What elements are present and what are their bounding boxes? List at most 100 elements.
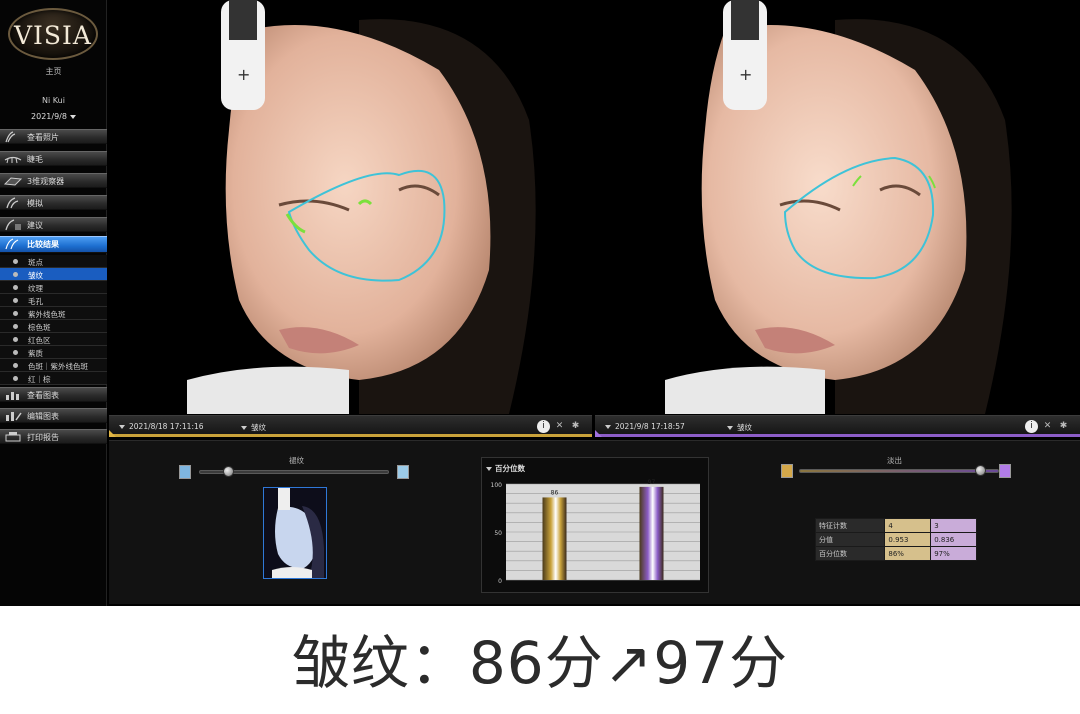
- sub-item-porphyrins[interactable]: 紫质: [0, 346, 107, 359]
- stat-key: 百分位数: [814, 546, 886, 561]
- right-date-label: 2021/9/8 17:18:57: [615, 422, 685, 431]
- sub-item-label: 棕色斑: [28, 323, 51, 332]
- nav-label: 建议: [27, 221, 43, 230]
- nav-3d-viewer[interactable]: 3维观察器: [0, 173, 107, 188]
- face-thumb-icon: [179, 465, 191, 479]
- stat-value-after: 0.836: [930, 532, 977, 547]
- bar: [639, 486, 664, 580]
- sub-item-label: 红｜棕: [28, 375, 51, 384]
- right-date-dropdown[interactable]: 2021/9/8 17:18:57: [605, 422, 685, 431]
- right-metric-label: 皱纹: [737, 423, 752, 432]
- analysis-panel: 褪纹 百分位数 0 50 100 86 97 淡出 特征计数 4 3 分值 0.953 0.83…: [109, 440, 1080, 604]
- 3d-viewer-icon: [3, 177, 23, 186]
- y-tick-label: 0: [498, 578, 502, 585]
- sub-item-red-brown[interactable]: 红｜棕: [0, 372, 107, 385]
- chart-title: 百分位数: [495, 464, 525, 473]
- left-slider-knob[interactable]: [223, 466, 234, 477]
- bullet-icon: [13, 363, 18, 368]
- session-date-label: 2021/9/8: [31, 112, 67, 121]
- suggestion-icon: [5, 219, 21, 231]
- corner-marker-icon: [109, 430, 116, 437]
- thumbnail-face-image: [264, 488, 326, 578]
- table-row: 特征计数 4 3: [814, 518, 977, 533]
- bullet-icon: [13, 350, 18, 355]
- sub-item-wrinkles[interactable]: 皱纹: [0, 268, 107, 281]
- left-date-dropdown[interactable]: 2021/8/18 17:11:16: [119, 422, 204, 431]
- eyelash-icon: [4, 156, 22, 164]
- svg-text:+: +: [739, 65, 752, 84]
- chart-title-dropdown[interactable]: 百分位数: [486, 463, 525, 474]
- nav-eyelashes[interactable]: 睫毛: [0, 151, 107, 166]
- bullet-icon: [13, 259, 18, 264]
- nav-label: 编辑图表: [27, 412, 59, 421]
- nav-edit-charts[interactable]: 编辑图表: [0, 408, 107, 423]
- nav-print-report[interactable]: 打印报告: [0, 429, 107, 444]
- nav-label: 睫毛: [27, 155, 43, 164]
- home-link[interactable]: 主页: [0, 66, 107, 77]
- nav-view-charts[interactable]: 查看图表: [0, 387, 107, 402]
- logo-text: VISIA: [14, 21, 92, 50]
- bar-value-label: 97: [648, 479, 656, 486]
- bar: [542, 497, 567, 580]
- sub-item-brown-spots[interactable]: 棕色斑: [0, 320, 107, 333]
- info-icon[interactable]: i: [537, 420, 550, 433]
- bar-value-label: 86: [551, 489, 559, 496]
- stat-value-after: 97%: [930, 546, 977, 561]
- nav-label: 查看图表: [27, 391, 59, 400]
- gear-icon[interactable]: ✱: [1057, 420, 1070, 433]
- sub-item-uv-spots[interactable]: 紫外线色斑: [0, 307, 107, 320]
- nav-simulation[interactable]: 模拟: [0, 195, 107, 210]
- table-row: 分值 0.953 0.836: [814, 532, 977, 547]
- sub-item-label: 红色区: [28, 336, 51, 345]
- purple-swatch-icon: [999, 464, 1011, 478]
- chart-icon: [6, 392, 19, 400]
- stat-key: 分值: [814, 532, 886, 547]
- visia-app-window: VISIA 主页 Ni Kui 2021/9/8 查看照片 睫毛 3维观察器 模…: [0, 0, 1080, 606]
- caption-text: 皱纹：86分↗97分: [291, 629, 789, 697]
- visia-logo[interactable]: VISIA: [8, 8, 98, 60]
- stat-value-after: 3: [930, 518, 977, 533]
- patient-name: Ni Kui: [42, 96, 65, 105]
- bullet-icon: [13, 311, 18, 316]
- nav-label: 比较结果: [27, 240, 59, 249]
- fade-slider-track[interactable]: [799, 469, 999, 473]
- nav-compare-results[interactable]: 比较结果: [0, 236, 107, 253]
- percentile-bar-chart: 0 50 100 86 97: [491, 479, 700, 585]
- fade-slider-knob[interactable]: [975, 465, 986, 476]
- sub-item-label: 皱纹: [28, 271, 43, 280]
- nav-label: 3维观察器: [27, 177, 65, 186]
- left-metric-label: 皱纹: [251, 423, 266, 432]
- face-image-after: +: [595, 0, 1080, 414]
- simulation-icon: [6, 197, 19, 209]
- sub-item-pores[interactable]: 毛孔: [0, 294, 107, 307]
- corner-marker-icon: [595, 430, 602, 437]
- nav-view-photos[interactable]: 查看照片: [0, 129, 107, 144]
- face-image-before: +: [109, 0, 592, 414]
- sub-item-red-areas[interactable]: 红色区: [0, 333, 107, 346]
- bullet-icon: [13, 376, 18, 381]
- bullet-icon: [13, 324, 18, 329]
- sub-item-label: 毛孔: [28, 297, 43, 306]
- thumbnail-preview[interactable]: [263, 487, 327, 579]
- table-row: 百分位数 86% 97%: [814, 546, 977, 561]
- info-icon[interactable]: i: [1025, 420, 1038, 433]
- sidebar: VISIA 主页 Ni Kui 2021/9/8 查看照片 睫毛 3维观察器 模…: [0, 0, 107, 606]
- stat-value-before: 4: [884, 518, 932, 533]
- compare-icon: [5, 238, 19, 250]
- right-metric-dropdown[interactable]: 皱纹: [727, 422, 752, 433]
- left-metric-dropdown[interactable]: 皱纹: [241, 422, 266, 433]
- tools-icon[interactable]: ✕: [1041, 420, 1054, 433]
- sub-item-texture[interactable]: 纹理: [0, 281, 107, 294]
- right-slider-label: 淡出: [887, 456, 902, 465]
- session-date-dropdown[interactable]: 2021/9/8: [0, 112, 107, 121]
- sub-item-spots-uv[interactable]: 色斑｜紫外线色斑: [0, 359, 107, 372]
- left-face-photo[interactable]: +: [109, 0, 592, 414]
- nav-suggestions[interactable]: 建议: [0, 217, 107, 232]
- sub-item-spots[interactable]: 斑点: [0, 255, 107, 268]
- tools-icon[interactable]: ✕: [553, 420, 566, 433]
- y-tick-label: 100: [491, 482, 503, 489]
- bullet-icon: [13, 285, 18, 290]
- stat-key: 特征计数: [814, 518, 886, 533]
- gear-icon[interactable]: ✱: [569, 420, 582, 433]
- right-face-photo[interactable]: +: [595, 0, 1080, 414]
